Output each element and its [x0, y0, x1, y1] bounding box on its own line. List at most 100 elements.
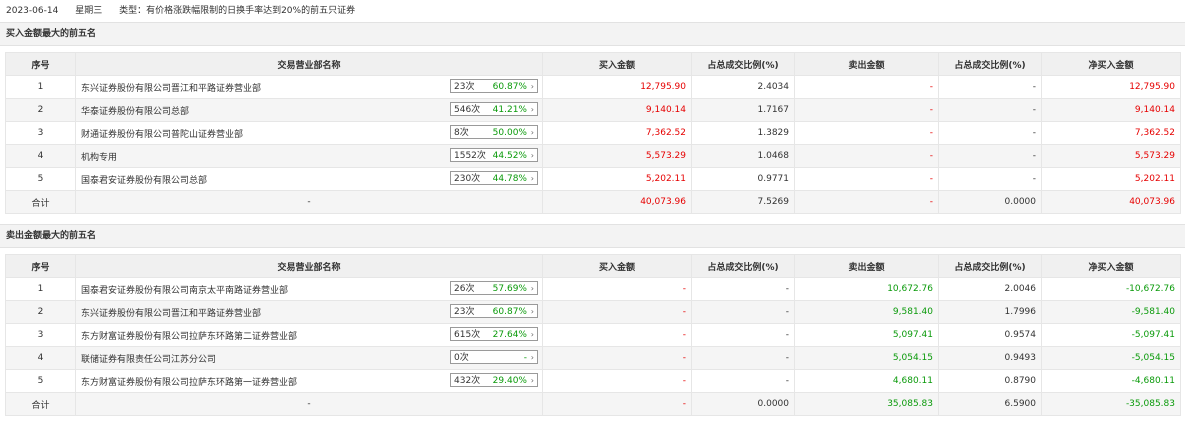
broker-name-cell[interactable]: 财通证券股份有限公司普陀山证券营业部 8次 50.00% › — [75, 121, 543, 145]
sell-amount: - — [794, 98, 939, 122]
buy-ratio: 0.9771 — [691, 167, 795, 191]
buy-amount: 7,362.52 — [542, 121, 692, 145]
broker-name-link[interactable]: 国泰君安证券股份有限公司总部 — [81, 176, 207, 186]
total-buy-ratio: 7.5269 — [691, 190, 795, 214]
sell-amount: 4,680.11 — [794, 369, 939, 393]
table-row[interactable]: 2 东兴证券股份有限公司晋江和平路证券营业部 23次 60.87% › - -9,581.4… — [5, 300, 1181, 324]
total-net-amount: -35,085.83 — [1041, 392, 1181, 416]
chevron-right-icon: › — [530, 353, 534, 362]
broker-times: 546次 — [454, 105, 481, 115]
total-buy-amount: - — [542, 392, 692, 416]
broker-name-link[interactable]: 东兴证券股份有限公司晋江和平路证券营业部 — [81, 84, 261, 94]
total-net-amount: 40,073.96 — [1041, 190, 1181, 214]
net-amount: -5,054.15 — [1041, 346, 1181, 370]
buy-section-title: 买入金额最大的前五名 — [0, 22, 1185, 46]
broker-name-cell[interactable]: 东方财富证券股份有限公司拉萨东环路第二证券营业部 615次 27.64% › — [75, 323, 543, 347]
broker-win-rate: 41.21% — [492, 105, 527, 115]
broker-name-link[interactable]: 联储证券有限责任公司江苏分公司 — [81, 355, 216, 365]
total-sell-ratio: 6.5900 — [938, 392, 1042, 416]
broker-stats-badge[interactable]: 230次 44.78% › — [450, 171, 538, 185]
broker-name-cell[interactable]: 东兴证券股份有限公司晋江和平路证券营业部 23次 60.87% › — [75, 300, 543, 324]
row-index: 5 — [5, 369, 76, 393]
table-row[interactable]: 2 华泰证券股份有限公司总部 546次 41.21% › 9,140.14 1.7167- -… — [5, 98, 1181, 122]
buy-ratio: 2.4034 — [691, 75, 795, 99]
broker-name-cell[interactable]: 机构专用 1552次 44.52% › — [75, 144, 543, 168]
table-header-row: 序号 交易营业部名称 买入金额 占总成交比例(%) 卖出金额 占总成交比例(%)… — [5, 254, 1181, 278]
broker-win-rate: 29.40% — [492, 376, 527, 386]
broker-name-cell[interactable]: 国泰君安证券股份有限公司南京太平南路证券营业部 26次 57.69% › — [75, 277, 543, 301]
row-index: 2 — [5, 98, 76, 122]
row-index: 5 — [5, 167, 76, 191]
broker-name-cell[interactable]: 华泰证券股份有限公司总部 546次 41.21% › — [75, 98, 543, 122]
table-row[interactable]: 4 机构专用 1552次 44.52% › 5,573.29 1.0468- -5,573.2… — [5, 144, 1181, 168]
col-index: 序号 — [5, 52, 76, 76]
broker-name-link[interactable]: 东方财富证券股份有限公司拉萨东环路第一证券营业部 — [81, 378, 297, 388]
col-sell-amount: 卖出金额 — [794, 254, 939, 278]
broker-name-link[interactable]: 华泰证券股份有限公司总部 — [81, 107, 189, 117]
total-label: 合计 — [5, 190, 76, 214]
total-sell-amount: 35,085.83 — [794, 392, 939, 416]
broker-times: 23次 — [454, 307, 475, 317]
broker-name-link[interactable]: 东方财富证券股份有限公司拉萨东环路第二证券营业部 — [81, 332, 297, 342]
broker-name-cell[interactable]: 国泰君安证券股份有限公司总部 230次 44.78% › — [75, 167, 543, 191]
net-amount: 5,202.11 — [1041, 167, 1181, 191]
table-row[interactable]: 5 东方财富证券股份有限公司拉萨东环路第一证券营业部 432次 29.40% › - -4,… — [5, 369, 1181, 393]
broker-win-rate: - — [523, 353, 527, 363]
table-row[interactable]: 1 东兴证券股份有限公司晋江和平路证券营业部 23次 60.87% › 12,795.90… — [5, 75, 1181, 99]
net-amount: -10,672.76 — [1041, 277, 1181, 301]
net-amount: 5,573.29 — [1041, 144, 1181, 168]
row-index: 3 — [5, 121, 76, 145]
chevron-right-icon: › — [530, 376, 534, 385]
broker-name-cell[interactable]: 东兴证券股份有限公司晋江和平路证券营业部 23次 60.87% › — [75, 75, 543, 99]
broker-stats-badge[interactable]: 23次 60.87% › — [450, 79, 538, 93]
chevron-right-icon: › — [530, 151, 534, 160]
sell-section-title: 卖出金额最大的前五名 — [0, 224, 1185, 248]
broker-name-link[interactable]: 机构专用 — [81, 153, 117, 163]
broker-name-cell[interactable]: 东方财富证券股份有限公司拉萨东环路第一证券营业部 432次 29.40% › — [75, 369, 543, 393]
broker-win-rate: 60.87% — [492, 82, 527, 92]
broker-name-cell[interactable]: 联储证券有限责任公司江苏分公司 0次 - › — [75, 346, 543, 370]
broker-times: 0次 — [454, 353, 469, 363]
table-row[interactable]: 3 东方财富证券股份有限公司拉萨东环路第二证券营业部 615次 27.64% › - -5,… — [5, 323, 1181, 347]
buy-amount: 12,795.90 — [542, 75, 692, 99]
broker-stats-badge[interactable]: 615次 27.64% › — [450, 327, 538, 341]
chevron-right-icon: › — [530, 330, 534, 339]
buy-top5-table: 序号 交易营业部名称 买入金额 占总成交比例(%) 卖出金额 占总成交比例(%)… — [5, 52, 1181, 214]
buy-ratio: - — [691, 277, 795, 301]
net-amount: -5,097.41 — [1041, 323, 1181, 347]
weekday: 星期三 — [75, 6, 103, 16]
buy-amount: 9,140.14 — [542, 98, 692, 122]
sell-ratio: 0.9574 — [938, 323, 1042, 347]
buy-amount: 5,573.29 — [542, 144, 692, 168]
row-index: 3 — [5, 323, 76, 347]
buy-ratio: - — [691, 300, 795, 324]
broker-stats-badge[interactable]: 23次 60.87% › — [450, 304, 538, 318]
broker-name-link[interactable]: 国泰君安证券股份有限公司南京太平南路证券营业部 — [81, 286, 288, 296]
chevron-right-icon: › — [530, 128, 534, 137]
total-row: 合计 -40,073.96 7.5269-0.0000 40,073.96 — [5, 190, 1181, 214]
broker-stats-badge[interactable]: 432次 29.40% › — [450, 373, 538, 387]
chevron-right-icon: › — [530, 82, 534, 91]
type-description: 类型：有价格涨跌幅限制的日换手率达到20%的前五只证券 — [119, 6, 356, 16]
broker-stats-badge[interactable]: 0次 - › — [450, 350, 538, 364]
sell-amount: - — [794, 144, 939, 168]
chevron-right-icon: › — [530, 105, 534, 114]
sell-ratio: 1.7996 — [938, 300, 1042, 324]
sell-ratio: 2.0046 — [938, 277, 1042, 301]
broker-stats-badge[interactable]: 26次 57.69% › — [450, 281, 538, 295]
broker-stats-badge[interactable]: 8次 50.00% › — [450, 125, 538, 139]
col-buy-amount: 买入金额 — [542, 254, 692, 278]
table-row[interactable]: 5 国泰君安证券股份有限公司总部 230次 44.78% › 5,202.11 0.9771… — [5, 167, 1181, 191]
table-row[interactable]: 1 国泰君安证券股份有限公司南京太平南路证券营业部 26次 57.69% › - -10,6… — [5, 277, 1181, 301]
net-amount: 12,795.90 — [1041, 75, 1181, 99]
broker-stats-badge[interactable]: 546次 41.21% › — [450, 102, 538, 116]
buy-ratio: 1.0468 — [691, 144, 795, 168]
broker-name-link[interactable]: 财通证券股份有限公司普陀山证券营业部 — [81, 130, 243, 140]
sell-ratio: - — [938, 144, 1042, 168]
trade-date: 2023-06-14 — [6, 6, 59, 16]
table-row[interactable]: 4 联储证券有限责任公司江苏分公司 0次 - › - -5,054.15 0.9493 -5,0… — [5, 346, 1181, 370]
broker-stats-badge[interactable]: 1552次 44.52% › — [450, 148, 538, 162]
table-row[interactable]: 3 财通证券股份有限公司普陀山证券营业部 8次 50.00% › 7,362.52 1.38… — [5, 121, 1181, 145]
broker-name-link[interactable]: 东兴证券股份有限公司晋江和平路证券营业部 — [81, 309, 261, 319]
col-buy-amount: 买入金额 — [542, 52, 692, 76]
